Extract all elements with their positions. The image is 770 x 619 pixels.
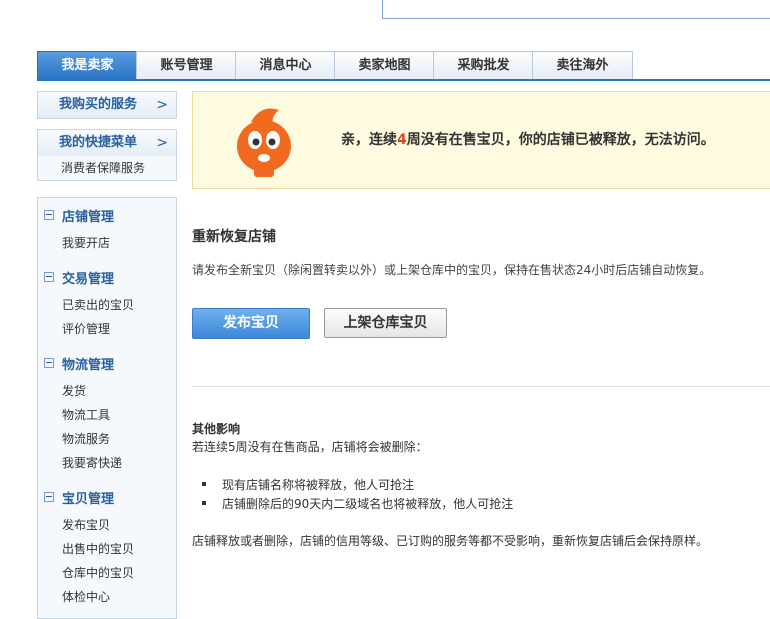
tab-overseas[interactable]: 卖往海外	[532, 51, 633, 79]
menu-group-label: 物流管理	[62, 358, 115, 373]
menu-item-open-store[interactable]: 我要开店	[62, 234, 110, 251]
restore-title: 重新恢复店铺	[192, 229, 276, 245]
list-item-text: 店铺删除后的90天内二级域名也将被释放，他人可抢注	[222, 497, 514, 511]
chevron-right-icon: >	[156, 135, 168, 151]
quick-menu-header[interactable]: 我的快捷菜单 >	[38, 130, 176, 156]
shelve-warehouse-button[interactable]: 上架仓库宝贝	[324, 308, 447, 338]
notice-message: 亲，连续4周没有在售宝贝，你的店铺已被释放，无法访问。	[341, 129, 715, 149]
menu-item-logistics-services[interactable]: 物流服务	[62, 430, 110, 447]
notice-weeks: 4	[397, 132, 407, 148]
menu-group-trade[interactable]: 交易管理	[44, 268, 114, 287]
notice-post: 周没有在售宝贝，你的店铺已被释放，无法访问。	[406, 132, 715, 148]
menu-item-ship[interactable]: 发货	[62, 382, 86, 399]
menu-item-health-check[interactable]: 体检中心	[62, 588, 110, 605]
menu-item-send-express[interactable]: 我要寄快递	[62, 454, 122, 471]
collapse-icon	[44, 358, 54, 368]
store-released-notice: 亲，连续4周没有在售宝贝，你的店铺已被释放，无法访问。	[192, 91, 770, 189]
top-search-frame	[382, 0, 770, 19]
tab-messages[interactable]: 消息中心	[235, 51, 336, 79]
tab-seller-map[interactable]: 卖家地图	[334, 51, 435, 79]
purchased-services-label: 我购买的服务	[59, 97, 138, 112]
notice-pre: 亲，连续	[341, 132, 397, 148]
tab-wholesale[interactable]: 采购批发	[433, 51, 534, 79]
menu-item-warehouse[interactable]: 仓库中的宝贝	[62, 564, 134, 581]
quick-menu-card: 我的快捷菜单 > 消费者保障服务	[37, 129, 177, 181]
menu-group-label: 店铺管理	[62, 210, 115, 225]
purchased-services-card[interactable]: 我购买的服务 >	[37, 91, 177, 119]
collapse-icon	[44, 492, 54, 502]
menu-item-publish[interactable]: 发布宝贝	[62, 516, 110, 533]
restore-description: 请发布全新宝贝（除闲置转卖以外）或上架仓库中的宝贝，保持在售状态24小时后店铺自…	[192, 263, 712, 277]
list-item: 现有店铺名称将被释放，他人可抢注	[201, 476, 415, 493]
collapse-icon	[44, 210, 54, 220]
menu-item-on-sale[interactable]: 出售中的宝贝	[62, 540, 134, 557]
menu-group-logistics[interactable]: 物流管理	[44, 354, 114, 373]
menu-group-label: 宝贝管理	[62, 492, 115, 507]
other-impact-title: 其他影响	[192, 422, 241, 436]
collapse-icon	[44, 272, 54, 282]
menu-item-logistics-tools[interactable]: 物流工具	[62, 406, 110, 423]
sidebar-menu: 店铺管理 我要开店 交易管理 已卖出的宝贝 评价管理 物流管理 发货 物流工具 …	[37, 197, 177, 619]
tab-account[interactable]: 账号管理	[136, 51, 237, 79]
quick-menu-item-consumer-protection[interactable]: 消费者保障服务	[38, 156, 176, 180]
list-item-text: 现有店铺名称将被释放，他人可抢注	[222, 478, 415, 492]
purchased-services-header[interactable]: 我购买的服务 >	[38, 92, 176, 118]
menu-item-reviews[interactable]: 评价管理	[62, 320, 110, 337]
publish-item-button[interactable]: 发布宝贝	[192, 308, 310, 339]
list-item: 店铺删除后的90天内二级域名也将被释放，他人可抢注	[201, 495, 514, 512]
other-impact-line: 若连续5周没有在售商品，店铺将会被删除：	[192, 440, 428, 454]
main-tabs: 我是卖家 账号管理 消息中心 卖家地图 采购批发 卖往海外	[37, 51, 770, 81]
section-divider	[192, 386, 770, 387]
quick-menu-label: 我的快捷菜单	[59, 135, 138, 150]
menu-item-sold-items[interactable]: 已卖出的宝贝	[62, 296, 134, 313]
chevron-right-icon: >	[156, 97, 168, 113]
menu-group-items[interactable]: 宝贝管理	[44, 488, 114, 507]
tab-seller[interactable]: 我是卖家	[37, 51, 138, 79]
menu-group-store[interactable]: 店铺管理	[44, 206, 114, 225]
footer-note: 店铺释放或者删除，店铺的信用等级、已订购的服务等都不受影响，重新恢复店铺后会保持…	[192, 534, 709, 548]
taobao-mascot-icon	[237, 108, 291, 177]
menu-group-label: 交易管理	[62, 272, 115, 287]
